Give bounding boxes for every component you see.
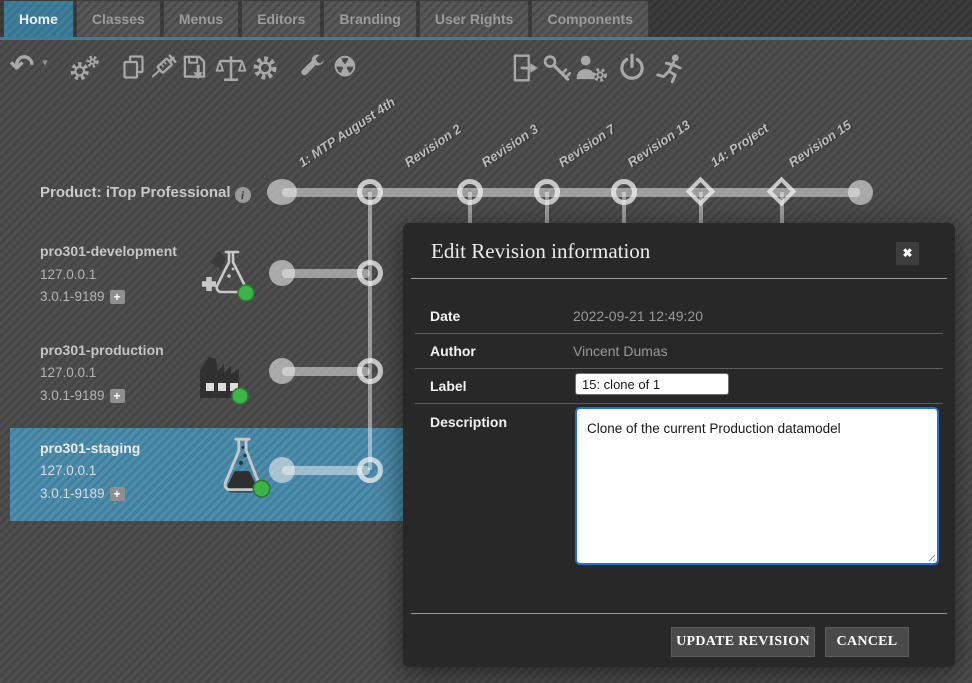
env-revision-node-staging[interactable] (357, 457, 383, 483)
version-expand-icon[interactable]: + (110, 389, 125, 403)
date-field-label: Date (430, 308, 460, 324)
staging-flask-icon (212, 434, 274, 503)
env-timeline-start-development (269, 260, 295, 286)
environment-host: 127.0.0.1 (40, 463, 96, 478)
edit-revision-dialog: Edit Revision information ✖ Date 2022-09… (403, 223, 955, 667)
description-field-label: Description (430, 414, 507, 430)
env-revision-node-development[interactable] (357, 260, 383, 286)
development-flask-icon (198, 246, 258, 311)
revision-label-1: 1: MTP August 4th (296, 95, 398, 170)
revision-label-13: Revision 13 (625, 118, 693, 170)
production-factory-icon (193, 346, 253, 411)
environment-version-text: 3.0.1-9189 (40, 289, 105, 304)
tab-branding[interactable]: Branding (323, 0, 416, 37)
date-field-value: 2022-09-21 12:49:20 (573, 308, 703, 324)
row-separator (415, 403, 943, 404)
app-window: Home Classes Menus Editors Branding User… (0, 0, 972, 683)
tab-home[interactable]: Home (3, 0, 74, 37)
revision-label-7: Revision 7 (556, 122, 618, 170)
revision-node-7[interactable] (611, 179, 637, 205)
revision-node-3[interactable] (534, 179, 560, 205)
timeline-start-node[interactable] (267, 179, 297, 205)
update-revision-button[interactable]: UPDATE REVISION (671, 627, 815, 657)
tools-wrench-icon[interactable] (297, 52, 329, 88)
revision-node-14[interactable] (767, 177, 797, 207)
environment-name: pro301-staging (40, 440, 140, 456)
close-icon[interactable]: ✖ (896, 242, 919, 265)
main-tab-bar: Home Classes Menus Editors Branding User… (0, 0, 972, 40)
description-textarea[interactable]: Clone of the current Production datamode… (575, 407, 939, 565)
revision-node-2[interactable] (457, 179, 483, 205)
environment-host: 127.0.0.1 (40, 267, 96, 282)
footer-separator (411, 613, 947, 614)
header-separator (411, 278, 947, 279)
author-field-value: Vincent Dumas (573, 343, 668, 359)
revision-node-1[interactable] (357, 179, 383, 205)
timeline-connector-rev1 (368, 192, 372, 470)
description-textarea-wrap: Clone of the current Production datamode… (575, 407, 939, 565)
key-icon[interactable] (541, 52, 573, 88)
compare-scales-icon[interactable] (215, 52, 247, 88)
power-icon[interactable] (616, 52, 648, 88)
export-document-icon[interactable] (509, 52, 541, 88)
process-gears-icon[interactable] (68, 52, 100, 88)
row-separator (415, 333, 943, 334)
revision-label-2: Revision 2 (402, 122, 464, 170)
tab-components[interactable]: Components (531, 0, 649, 37)
env-timeline-start-staging (269, 457, 295, 483)
label-input[interactable] (575, 373, 729, 395)
tab-menus[interactable]: Menus (163, 0, 239, 37)
version-expand-icon[interactable]: + (110, 290, 125, 304)
env-timeline-start-production (269, 358, 295, 384)
tab-editors[interactable]: Editors (241, 0, 321, 37)
environment-version: 3.0.1-9189 + (40, 289, 125, 304)
settings-gear-icon[interactable] (249, 52, 281, 88)
environment-version-text: 3.0.1-9189 (40, 486, 105, 501)
undo-history-dropdown-icon[interactable]: ▾ (38, 56, 52, 92)
inject-syringe-icon[interactable] (147, 52, 179, 88)
tab-classes[interactable]: Classes (76, 0, 161, 37)
revision-label-15: Revision 15 (786, 118, 854, 170)
revision-label-14: 14: Project (708, 121, 771, 170)
reset-radiation-icon[interactable]: ☢ (329, 50, 361, 86)
run-simulation-icon[interactable] (654, 52, 686, 88)
revision-node-15[interactable] (848, 180, 873, 205)
tab-user-rights[interactable]: User Rights (419, 0, 530, 37)
dialog-title: Edit Revision information (431, 239, 650, 264)
author-field-label: Author (430, 343, 476, 359)
env-revision-node-production[interactable] (357, 358, 383, 384)
product-label-text: Product: iTop Professional (40, 184, 231, 201)
cancel-button[interactable]: CANCEL (825, 627, 909, 657)
environment-version-text: 3.0.1-9189 (40, 388, 105, 403)
environment-host: 127.0.0.1 (40, 365, 96, 380)
label-field-label: Label (430, 378, 467, 394)
environment-version: 3.0.1-9189 + (40, 486, 125, 501)
revision-label-3: Revision 3 (479, 122, 541, 170)
undo-icon[interactable]: ↶ (6, 49, 38, 85)
environment-name: pro301-production (40, 342, 164, 358)
environment-version: 3.0.1-9189 + (40, 388, 125, 403)
save-export-icon[interactable] (179, 52, 211, 88)
info-icon[interactable]: i (235, 187, 251, 203)
user-accounts-gear-icon[interactable] (574, 52, 606, 88)
revision-node-13[interactable] (686, 177, 716, 207)
environment-name: pro301-development (40, 243, 177, 259)
product-label: Product: iTop Professionali (40, 184, 251, 203)
version-expand-icon[interactable]: + (110, 487, 125, 501)
row-separator (415, 368, 943, 369)
